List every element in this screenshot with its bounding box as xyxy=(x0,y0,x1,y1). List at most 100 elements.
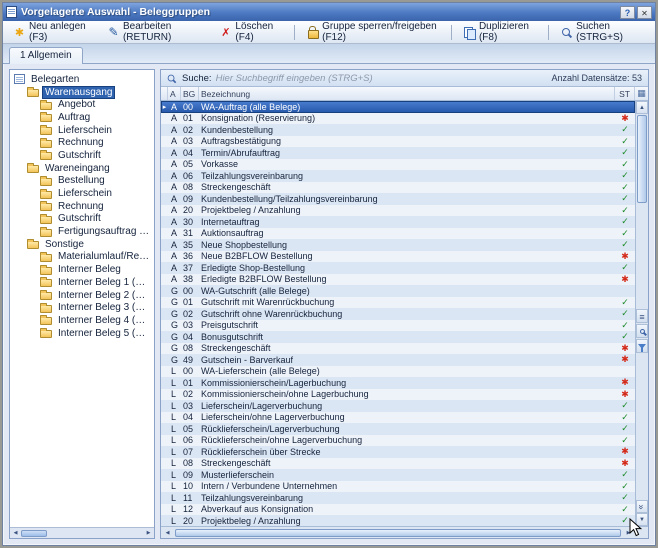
list-view-button[interactable] xyxy=(636,309,648,323)
tree-item[interactable]: Sonstige xyxy=(11,238,153,251)
table-row[interactable]: A04Termin/Abrufauftrag✓ xyxy=(161,147,635,159)
table-row[interactable]: A00WA-Auftrag (alle Belege) xyxy=(161,101,635,113)
search-button[interactable]: Suchen (STRG+S) xyxy=(554,18,651,46)
table-row[interactable]: A08Streckengeschäft✓ xyxy=(161,182,635,194)
row-gutter xyxy=(161,297,168,309)
table-row[interactable]: A35Neue Shopbestellung✓ xyxy=(161,239,635,251)
table-row[interactable]: L01Kommissionierschein/Lagerbuchung✱ xyxy=(161,377,635,389)
tree-item[interactable]: Rechnung xyxy=(11,136,153,149)
table-row[interactable]: A31Auktionsauftrag✓ xyxy=(161,228,635,240)
tree-item[interactable]: Bestellung xyxy=(11,175,153,188)
tree-item[interactable]: Interner Beleg 1 (PPS) xyxy=(11,276,153,289)
tree-item[interactable]: Interner Beleg 5 (PPS) xyxy=(11,327,153,340)
table-row[interactable]: A38Erledigte B2BFLOW Bestellung✱ xyxy=(161,274,635,286)
tree-item[interactable]: Rechnung xyxy=(11,200,153,213)
cell-type: L xyxy=(168,435,181,445)
grid-horizontal-scrollbar[interactable] xyxy=(161,526,648,538)
tree-item[interactable]: Lieferschein xyxy=(11,124,153,137)
lock-group-button[interactable]: Gruppe sperren/freigeben (F12) xyxy=(300,18,446,46)
column-header-bezeichnung[interactable]: Bezeichnung xyxy=(199,87,615,100)
table-row[interactable]: L08Streckengeschäft✱ xyxy=(161,458,635,470)
scroll-left-icon[interactable] xyxy=(161,527,174,538)
cell-name: Gutschein - Barverkauf xyxy=(199,355,615,365)
status-ok-icon: ✓ xyxy=(615,216,635,227)
tree-item[interactable]: Interner Beleg xyxy=(11,263,153,276)
table-row[interactable]: G04Bonusgutschrift✓ xyxy=(161,331,635,343)
table-row[interactable]: L04Lieferschein/ohne Lagerverbuchung✓ xyxy=(161,412,635,424)
tree-item[interactable]: Interner Beleg 3 (PPS) xyxy=(11,301,153,314)
edit-button[interactable]: Bearbeiten (RETURN) xyxy=(101,18,211,46)
table-row[interactable]: G00WA-Gutschrift (alle Belege) xyxy=(161,285,635,297)
toolbar-button-label: Löschen (F4) xyxy=(235,21,283,43)
search-input[interactable]: Hier Suchbegriff eingeben (STRG+S) xyxy=(216,73,548,84)
table-row[interactable]: L03Lieferschein/Lagerverbuchung✓ xyxy=(161,400,635,412)
table-row[interactable]: A20Projektbeleg / Anzahlung✓ xyxy=(161,205,635,217)
scroll-right-icon[interactable] xyxy=(143,528,154,539)
table-row[interactable]: G01Gutschrift mit Warenrückbuchung✓ xyxy=(161,297,635,309)
cell-name: Auftragsbestätigung xyxy=(199,136,615,146)
new-button[interactable]: Neu anlegen (F3) xyxy=(7,18,99,46)
tree-item[interactable]: Interner Beleg 2 (PPS) xyxy=(11,289,153,302)
tab-allgemein[interactable]: 1 Allgemein xyxy=(9,47,83,64)
table-row[interactable]: A02Kundenbestellung✓ xyxy=(161,124,635,136)
tree-horizontal-scrollbar[interactable] xyxy=(10,527,154,538)
table-row[interactable]: A36Neue B2BFLOW Bestellung✱ xyxy=(161,251,635,263)
table-row[interactable]: G03Preisgutschrift✓ xyxy=(161,320,635,332)
table-row[interactable]: L11Teilzahlungsvereinbarung✓ xyxy=(161,492,635,504)
table-row[interactable]: A30Internetauftrag✓ xyxy=(161,216,635,228)
tree-item[interactable]: Wareneingang xyxy=(11,162,153,175)
column-header-a[interactable]: A xyxy=(168,87,181,100)
vertical-scrollbar[interactable] xyxy=(635,101,648,526)
scroll-right-icon[interactable] xyxy=(622,527,635,538)
table-row[interactable]: L06Rücklieferschein/ohne Lagerverbuchung… xyxy=(161,435,635,447)
row-gutter xyxy=(161,170,168,182)
tree-item[interactable]: Belegarten xyxy=(11,73,153,86)
scroll-left-icon[interactable] xyxy=(10,528,21,539)
table-row[interactable]: G02Gutschrift ohne Warenrückbuchung✓ xyxy=(161,308,635,320)
scroll-up-icon[interactable] xyxy=(636,101,648,114)
tree-item[interactable]: Fertigungsauftrag (PPS) xyxy=(11,225,153,238)
table-row[interactable]: A09Kundenbestellung/Teilzahlungsvereinba… xyxy=(161,193,635,205)
tree-item[interactable]: Lieferschein xyxy=(11,187,153,200)
column-header-bg[interactable]: BG xyxy=(181,87,199,100)
table-row[interactable]: A06Teilzahlungsvereinbarung✓ xyxy=(161,170,635,182)
table-row[interactable]: L07Rücklieferschein über Strecke✱ xyxy=(161,446,635,458)
table-row[interactable]: A05Vorkasse✓ xyxy=(161,159,635,171)
table-row[interactable]: A03Auftragsbestätigung✓ xyxy=(161,136,635,148)
table-row[interactable]: A01Konsignation (Reservierung)✱ xyxy=(161,113,635,125)
row-gutter xyxy=(161,262,168,274)
tree-item[interactable]: Gutschrift xyxy=(11,213,153,226)
tree-item[interactable]: Angebot xyxy=(11,98,153,111)
help-button[interactable] xyxy=(620,6,635,19)
table-row[interactable]: L12Abverkauf aus Konsignation✓ xyxy=(161,504,635,516)
row-gutter xyxy=(161,147,168,159)
table-row[interactable]: L05Rücklieferschein/Lagerverbuchung✓ xyxy=(161,423,635,435)
column-chooser-button[interactable] xyxy=(635,87,648,100)
cell-group: 04 xyxy=(181,412,199,422)
tree-item[interactable]: Warenausgang xyxy=(11,86,153,99)
delete-button[interactable]: Löschen (F4) xyxy=(213,18,289,46)
table-row[interactable]: L10Intern / Verbundene Unternehmen✓ xyxy=(161,481,635,493)
close-button[interactable] xyxy=(637,6,652,19)
tree-item[interactable]: Materialumlauf/Reparatur xyxy=(11,251,153,264)
tree-item[interactable]: Auftrag xyxy=(11,111,153,124)
tree-scrollbar-thumb[interactable] xyxy=(21,530,47,537)
table-row[interactable]: G49Gutschein - Barverkauf✱ xyxy=(161,354,635,366)
page-down-button[interactable] xyxy=(636,500,648,513)
scrollbar-thumb[interactable] xyxy=(637,115,647,203)
hscrollbar-thumb[interactable] xyxy=(175,529,621,537)
table-row[interactable]: A37Erledigte Shop-Bestellung✓ xyxy=(161,262,635,274)
table-row[interactable]: L09Musterlieferschein✓ xyxy=(161,469,635,481)
table-row[interactable]: L00WA-Lieferschein (alle Belege) xyxy=(161,366,635,378)
table-row[interactable]: L02Kommissionierschein/ohne Lagerbuchung… xyxy=(161,389,635,401)
table-row[interactable]: G08Streckengeschäft✱ xyxy=(161,343,635,355)
tree-item[interactable]: Gutschrift xyxy=(11,149,153,162)
table-row[interactable]: L20Projektbeleg / Anzahlung✓ xyxy=(161,515,635,526)
filter-button[interactable] xyxy=(636,339,648,353)
scroll-down-icon[interactable] xyxy=(636,513,648,526)
quick-search-button[interactable] xyxy=(636,324,648,338)
tree-item[interactable]: Interner Beleg 4 (PPS) xyxy=(11,314,153,327)
column-header-st[interactable]: ST xyxy=(615,87,635,100)
header-gutter xyxy=(161,87,168,100)
duplicate-button[interactable]: Duplizieren (F8) xyxy=(457,18,543,46)
